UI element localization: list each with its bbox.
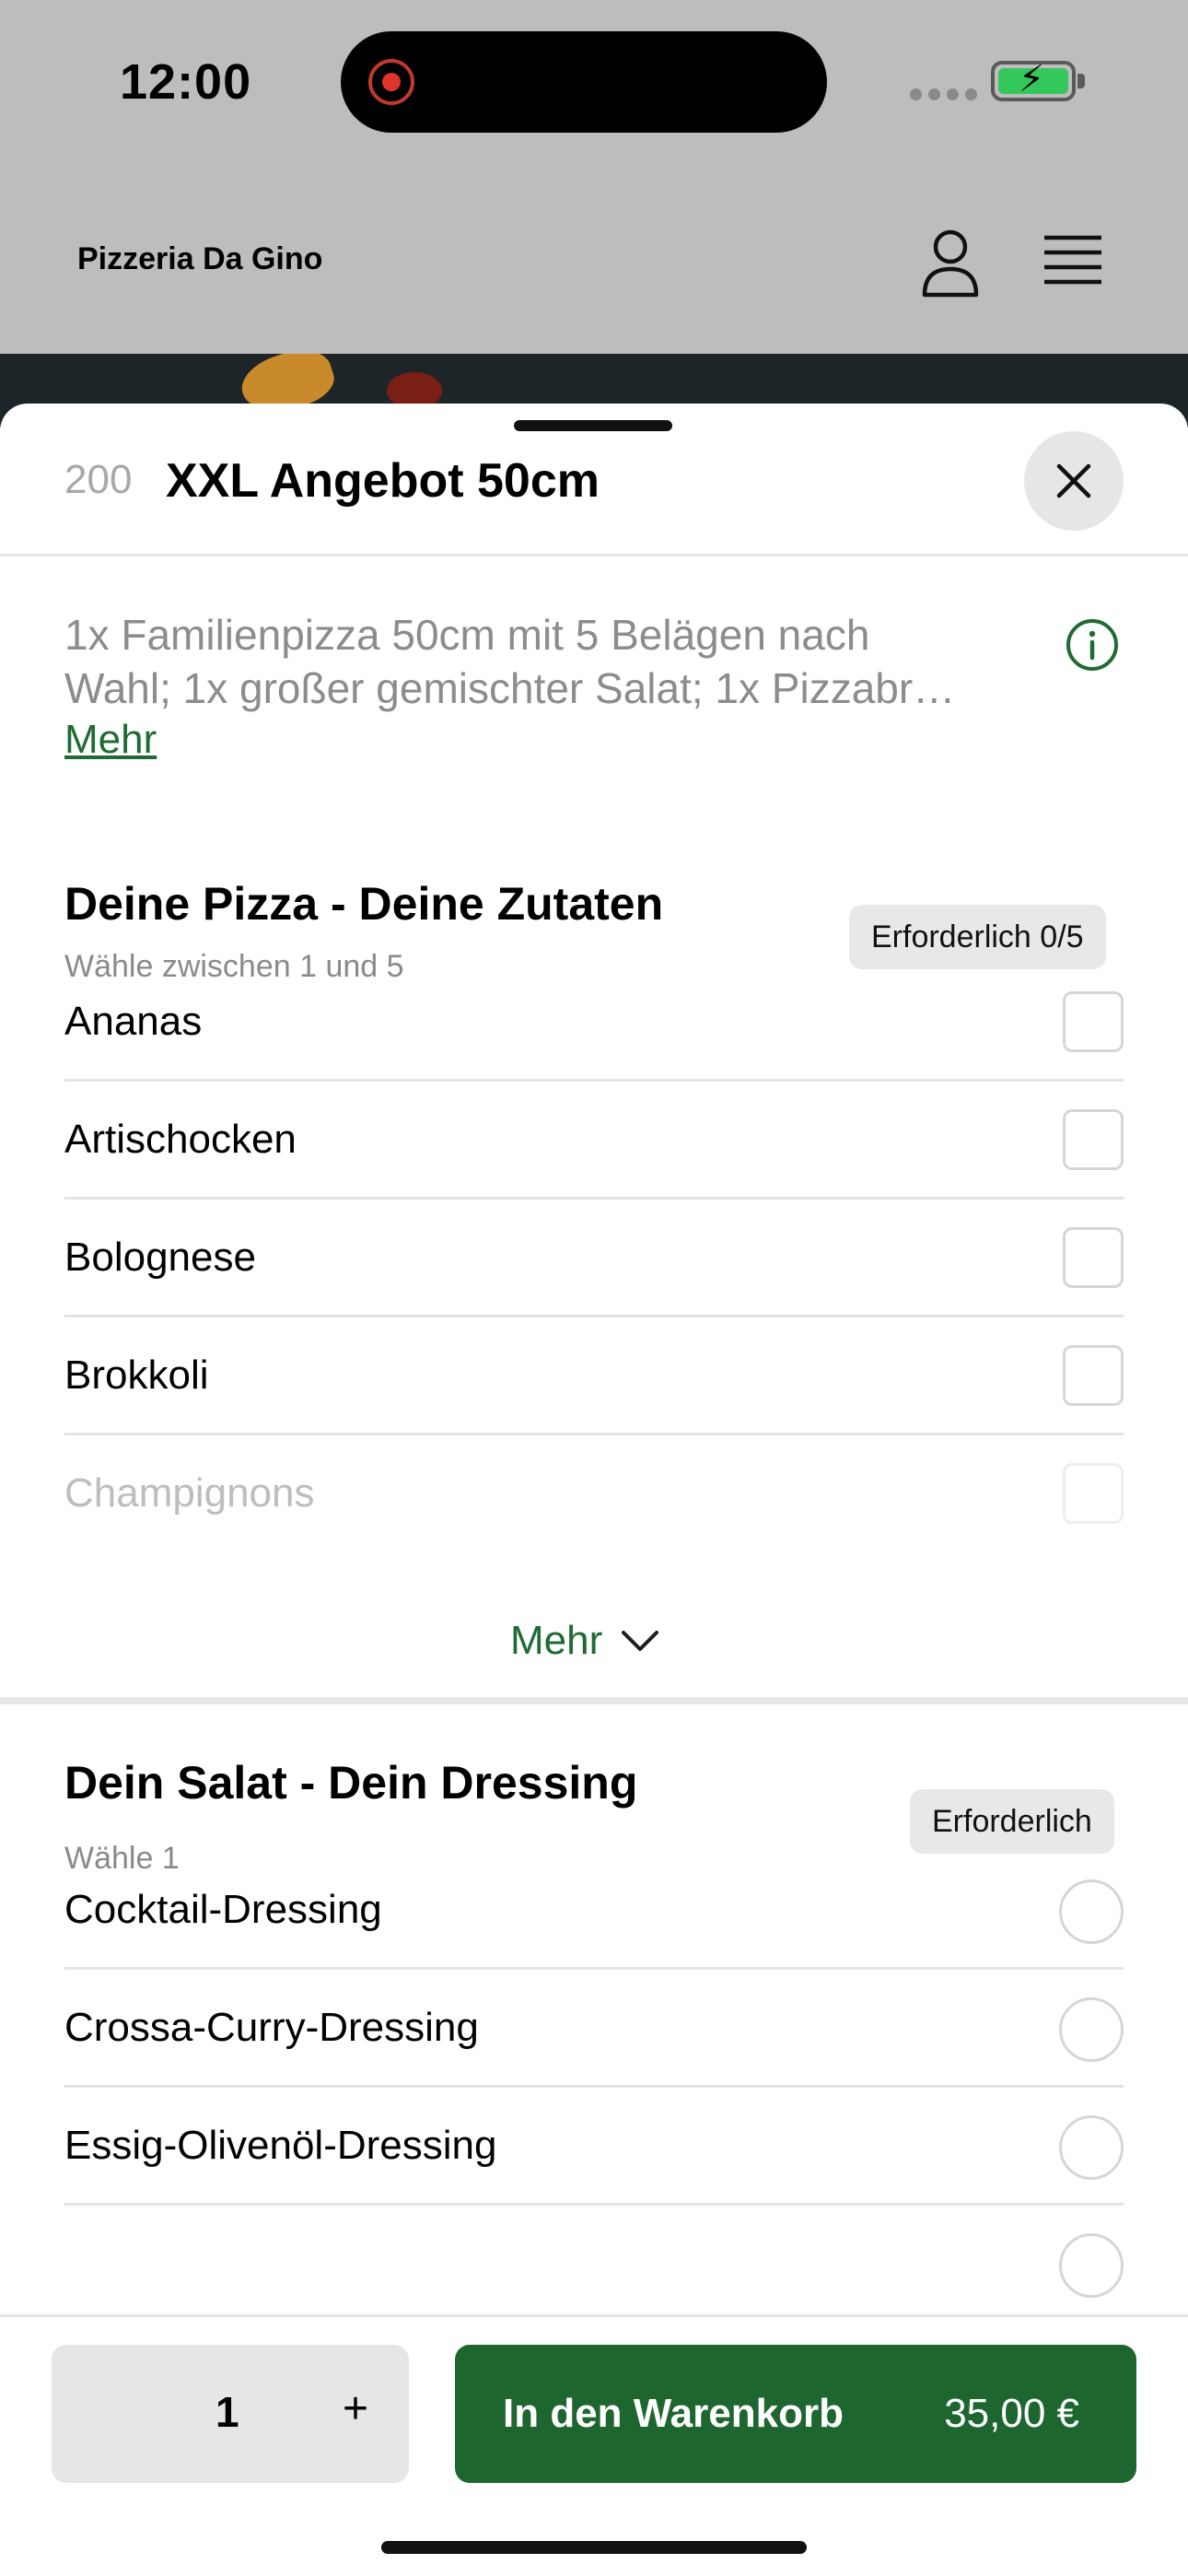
option-essig-olivenoel-dressing[interactable]: Essig-Olivenöl-Dressing — [64, 2088, 1124, 2206]
option-label: Crossa-Curry-Dressing — [64, 2005, 479, 2050]
option-label: Brokkoli — [64, 1352, 209, 1398]
radio-button[interactable] — [1059, 2115, 1124, 2180]
menu-icon[interactable] — [1042, 232, 1103, 287]
description-line: 1x Familienpizza 50cm mit 5 Belägen nach — [64, 611, 870, 659]
radio-button[interactable] — [1059, 1997, 1124, 2062]
restaurant-name[interactable]: Pizzeria Da Gino — [77, 241, 322, 277]
add-to-cart-label: In den Warenkorb — [503, 2391, 844, 2436]
description-more-link[interactable]: Mehr — [64, 717, 157, 763]
close-icon — [1056, 463, 1091, 498]
section-divider — [0, 1697, 1188, 1704]
option-crossa-curry-dressing[interactable]: Crossa-Curry-Dressing — [64, 1970, 1124, 2088]
price-label: 35,00 € — [944, 2391, 1079, 2436]
checkbox[interactable] — [1063, 1109, 1124, 1170]
close-button[interactable] — [1024, 431, 1124, 531]
required-badge: Erforderlich — [910, 1789, 1114, 1854]
product-description: 1x Familienpizza 50cm mit 5 Belägen nach… — [64, 608, 1041, 715]
checkbox[interactable] — [1063, 1463, 1124, 1524]
increment-button[interactable]: + — [328, 2382, 383, 2437]
checkbox[interactable] — [1063, 1345, 1124, 1406]
cart-bar: 1 + In den Warenkorb 35,00 € — [0, 2314, 1188, 2576]
home-indicator[interactable] — [381, 2541, 807, 2554]
status-bar: 12:00 ⚡ — [0, 0, 1188, 166]
quantity-value: 1 — [215, 2388, 239, 2436]
option-champignons[interactable]: Champignons — [64, 1435, 1124, 1553]
show-more-button[interactable]: Mehr — [510, 1618, 659, 1664]
option-label: Bolognese — [64, 1235, 256, 1280]
option-artischocken[interactable]: Artischocken — [64, 1082, 1124, 1200]
radio-button[interactable] — [1059, 1879, 1124, 1944]
radio-button[interactable] — [1059, 2233, 1124, 2298]
sheet-header: 200 XXL Angebot 50cm — [0, 404, 1188, 556]
add-to-cart-button[interactable]: In den Warenkorb 35,00 € — [455, 2345, 1136, 2483]
group-title-salad: Dein Salat - Dein Dressing — [64, 1757, 638, 1809]
show-more-label: Mehr — [510, 1618, 603, 1663]
chevron-down-icon — [622, 1631, 659, 1651]
group-title-pizza: Deine Pizza - Deine Zutaten — [64, 878, 664, 930]
quantity-stepper[interactable]: 1 + — [52, 2345, 409, 2483]
product-sheet: 200 XXL Angebot 50cm 1x Familienpizza 50… — [0, 404, 1188, 2576]
checkbox[interactable] — [1063, 1227, 1124, 1288]
required-badge: Erforderlich 0/5 — [849, 905, 1106, 969]
option-label: Ananas — [64, 999, 203, 1044]
option-cocktail-dressing[interactable]: Cocktail-Dressing — [64, 1852, 1124, 1970]
option-label: Cocktail-Dressing — [64, 1887, 382, 1932]
option-partial[interactable] — [64, 2206, 1124, 2324]
product-title: XXL Angebot 50cm — [166, 454, 600, 508]
signal-icon — [910, 88, 977, 100]
user-icon[interactable] — [921, 227, 980, 299]
app-header: Pizzeria Da Gino — [0, 166, 1188, 354]
recording-icon — [368, 59, 414, 105]
option-bolognese[interactable]: Bolognese — [64, 1200, 1124, 1317]
option-label: Artischocken — [64, 1117, 297, 1162]
description-line: Wahl; 1x großer gemischter Salat; 1x Piz… — [64, 664, 956, 712]
product-number: 200 — [64, 457, 133, 502]
option-label: Essig-Olivenöl-Dressing — [64, 2123, 497, 2168]
status-time: 12:00 — [120, 54, 252, 110]
option-brokkoli[interactable]: Brokkoli — [64, 1317, 1124, 1435]
checkbox[interactable] — [1063, 991, 1124, 1052]
dynamic-island — [341, 31, 827, 133]
option-label: Champignons — [64, 1470, 315, 1516]
battery-icon: ⚡ — [991, 61, 1076, 101]
option-ananas[interactable]: Ananas — [64, 964, 1124, 1082]
info-icon[interactable] — [1065, 617, 1120, 673]
